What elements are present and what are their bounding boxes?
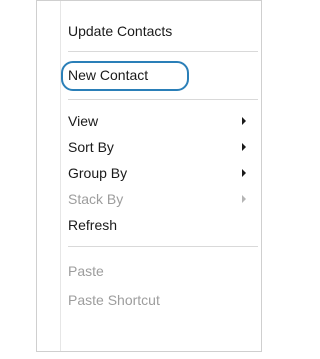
menu-item-group-by[interactable]: Group By	[68, 161, 127, 185]
chevron-right-icon	[242, 169, 246, 177]
chevron-right-icon	[242, 195, 246, 203]
menu-item-stack-by[interactable]: Stack By	[68, 187, 123, 211]
menu-item-refresh[interactable]: Refresh	[68, 213, 117, 237]
menu-gutter-divider	[60, 1, 61, 351]
chevron-right-icon	[242, 117, 246, 125]
menu-item-paste-shortcut[interactable]: Paste Shortcut	[68, 288, 160, 312]
chevron-right-icon	[242, 143, 246, 151]
menu-item-new-contact[interactable]: New Contact	[68, 63, 148, 87]
menu-item-paste[interactable]: Paste	[68, 259, 104, 283]
menu-item-view[interactable]: View	[68, 109, 98, 133]
menu-item-update-contacts[interactable]: Update Contacts	[68, 19, 172, 43]
menu-separator	[68, 99, 258, 100]
menu-separator	[68, 51, 258, 52]
menu-item-sort-by[interactable]: Sort By	[68, 135, 114, 159]
menu-separator	[68, 246, 258, 247]
context-menu: Update Contacts New Contact View Sort By…	[36, 0, 262, 352]
